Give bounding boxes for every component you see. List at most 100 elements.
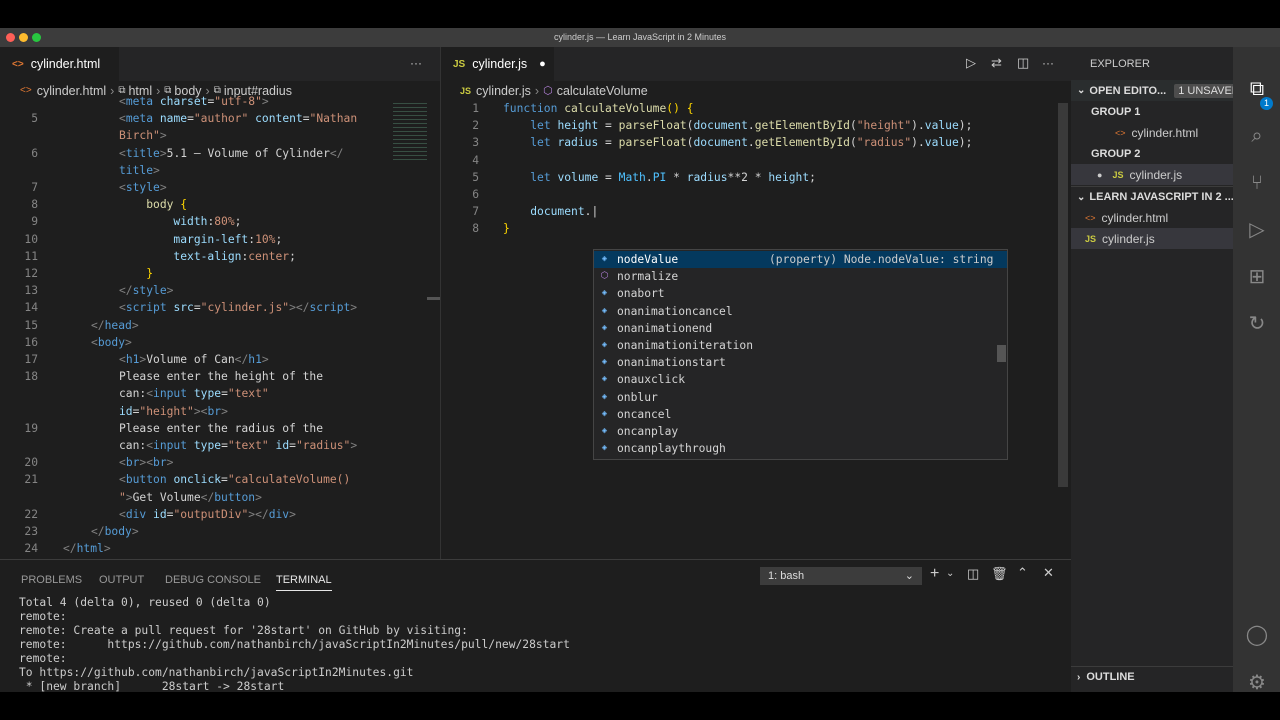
chevron-down-icon[interactable]: ⌄ bbox=[946, 568, 954, 579]
file-cylinder-html[interactable]: <> cylinder.html bbox=[1071, 207, 1233, 228]
open-editor-cylinder-js[interactable]: ● JS cylinder.js bbox=[1071, 164, 1233, 185]
gear-icon[interactable]: ⚙ bbox=[1245, 671, 1269, 692]
close-panel-icon[interactable]: ✕ bbox=[1043, 565, 1054, 581]
suggestion-item[interactable]: ◈ onanimationstart bbox=[594, 354, 1007, 371]
suggestion-item[interactable]: ◈ onanimationcancel bbox=[594, 303, 1007, 320]
more-actions-icon[interactable]: ··· bbox=[1042, 56, 1054, 70]
remote-icon[interactable]: ↻ bbox=[1245, 312, 1269, 336]
code-editor-html[interactable]: <meta charset="utf-8"> 5 <meta name="autho… bbox=[0, 95, 430, 559]
tab-cylinder-js[interactable]: JS cylinder.js ● bbox=[441, 47, 554, 81]
suggestion-label: onanimationstart bbox=[617, 356, 726, 370]
minimap[interactable] bbox=[393, 103, 427, 163]
open-editor-cylinder-html[interactable]: <> cylinder.html bbox=[1071, 122, 1233, 143]
trash-icon[interactable]: 🗑 bbox=[991, 566, 1008, 582]
code-line: </body> bbox=[91, 525, 139, 538]
run-icon[interactable]: ▷ bbox=[966, 55, 976, 71]
breadcrumb-item[interactable]: cylinder.js bbox=[476, 84, 531, 98]
code-line: let radius = parseFloat(document.getElem… bbox=[530, 136, 973, 150]
code-line: </style> bbox=[119, 284, 174, 298]
line-number: 15 bbox=[24, 318, 38, 332]
group-2-label[interactable]: GROUP 2 bbox=[1071, 143, 1233, 164]
terminal-select[interactable]: 1: bash ⌄ bbox=[760, 567, 922, 585]
terminal-select-value: 1: bash bbox=[768, 570, 805, 582]
code-line: body { bbox=[146, 198, 188, 212]
bottom-panel: PROBLEMS OUTPUT DEBUG CONSOLE TERMINAL 1… bbox=[0, 559, 1071, 692]
property-icon: ◈ bbox=[601, 426, 608, 437]
terminal-line: * [new branch] 28start -> 28start bbox=[19, 680, 285, 692]
project-header[interactable]: ⌄ LEARN JAVASCRIPT IN 2 ... bbox=[1071, 186, 1233, 207]
tab-debug-console[interactable]: DEBUG CONSOLE bbox=[165, 574, 261, 586]
line-number: 8 bbox=[31, 198, 38, 212]
breadcrumb-item[interactable]: calculateVolume bbox=[557, 84, 648, 98]
unsaved-dot-icon[interactable]: ● bbox=[539, 58, 546, 70]
suggestion-item[interactable]: ◈ onanimationend bbox=[594, 320, 1007, 337]
unsaved-badge: 1 UNSAVED bbox=[1174, 83, 1233, 98]
line-number: 14 bbox=[24, 301, 38, 315]
scrollbar[interactable] bbox=[1058, 103, 1068, 487]
terminal-output[interactable]: Total 4 (delta 0), reused 0 (delta 0) rem… bbox=[19, 596, 570, 692]
property-icon: ◈ bbox=[601, 340, 608, 351]
explorer-title: EXPLORER bbox=[1090, 57, 1150, 70]
js-file-icon: JS bbox=[1112, 169, 1124, 180]
suggestion-label: onanimationiteration bbox=[617, 339, 754, 353]
suggestion-item[interactable]: ◈ onauxclick bbox=[594, 371, 1007, 388]
code-line: can:<input type="text" id="radius"> bbox=[119, 439, 358, 452]
compare-icon[interactable]: ⇄ bbox=[991, 55, 1002, 71]
tab-cylinder-html[interactable]: <> cylinder.html bbox=[0, 47, 119, 81]
property-icon: ◈ bbox=[601, 374, 608, 385]
new-terminal-icon[interactable]: + bbox=[930, 565, 939, 583]
suggestion-item[interactable]: ◈ onabort bbox=[594, 285, 1007, 302]
tab-problems[interactable]: PROBLEMS bbox=[21, 574, 82, 586]
line-number: 22 bbox=[24, 507, 38, 521]
open-editors-label: OPEN EDITO... bbox=[1089, 84, 1167, 97]
js-file-icon: JS bbox=[453, 58, 466, 70]
terminal-line: remote: Create a pull request for '28sta… bbox=[19, 624, 468, 637]
more-actions-icon[interactable]: ··· bbox=[410, 56, 422, 70]
tab-terminal[interactable]: TERMINAL bbox=[276, 574, 332, 591]
line-number: 1 bbox=[472, 102, 479, 115]
extensions-icon[interactable]: ⊞ bbox=[1245, 265, 1269, 289]
vscode-window: cylinder.js — Learn JavaScript in 2 Minu… bbox=[0, 28, 1280, 692]
tab-output[interactable]: OUTPUT bbox=[99, 574, 144, 586]
suggestion-item[interactable]: ◈ oncanplay bbox=[594, 423, 1007, 440]
tab-label: cylinder.js bbox=[472, 57, 528, 71]
group-1-label[interactable]: GROUP 1 bbox=[1071, 101, 1233, 122]
split-terminal-icon[interactable]: ◫ bbox=[967, 566, 979, 582]
suggestion-item[interactable]: ⬡ normalize bbox=[594, 268, 1007, 285]
suggestion-item[interactable]: ◈ nodeValue (property) Node.nodeValue: str… bbox=[594, 251, 1007, 269]
file-cylinder-js[interactable]: JS cylinder.js bbox=[1071, 228, 1233, 249]
maximize-panel-icon[interactable]: ⌃ bbox=[1017, 565, 1028, 581]
line-number: 6 bbox=[472, 188, 479, 201]
code-line: function calculateVolume() { bbox=[503, 102, 694, 115]
account-icon[interactable]: ◯ bbox=[1245, 623, 1269, 647]
line-number: 21 bbox=[24, 473, 38, 487]
property-icon: ◈ bbox=[601, 254, 608, 265]
suggestion-scrollbar[interactable] bbox=[997, 345, 1006, 362]
scrollbar[interactable] bbox=[427, 297, 440, 300]
tab-bar-2: JS cylinder.js ● ▷ ⇄ ◫ ··· bbox=[441, 47, 1071, 81]
suggestion-label: onauxclick bbox=[617, 373, 686, 387]
search-icon[interactable]: ⌕ bbox=[1245, 124, 1269, 148]
breadcrumb-item[interactable]: cylinder.html bbox=[37, 84, 106, 98]
line-number: 20 bbox=[24, 456, 38, 470]
activity-bar: ⧉ 1 ⌕ ⑂ ▷ ⊞ ↻ ◯ ⚙ bbox=[1233, 47, 1280, 692]
code-line: let height = parseFloat(document.getElem… bbox=[530, 119, 973, 133]
project-label: LEARN JAVASCRIPT IN 2 ... bbox=[1089, 191, 1233, 203]
suggestion-item[interactable]: ◈ onblur bbox=[594, 389, 1007, 406]
code-line: Please enter the radius of the bbox=[119, 421, 324, 435]
html-file-icon: <> bbox=[1085, 212, 1096, 223]
suggestion-label: oncanplay bbox=[617, 425, 679, 439]
split-editor-icon[interactable]: ◫ bbox=[1017, 55, 1029, 71]
open-editors-header[interactable]: ⌄ OPEN EDITO... 1 UNSAVED bbox=[1071, 80, 1233, 101]
terminal-line: Total 4 (delta 0), reused 0 (delta 0) bbox=[19, 596, 271, 609]
run-debug-icon[interactable]: ▷ bbox=[1245, 218, 1269, 242]
tab-label: cylinder.html bbox=[30, 57, 101, 71]
suggestion-item[interactable]: ◈ onanimationiteration bbox=[594, 337, 1007, 354]
outline-header[interactable]: › OUTLINE bbox=[1071, 666, 1233, 687]
source-control-icon[interactable]: ⑂ bbox=[1245, 171, 1269, 195]
html-file-icon: <> bbox=[20, 85, 32, 96]
line-number: 6 bbox=[31, 146, 38, 160]
code-line: ">Get Volume</button> bbox=[119, 490, 262, 504]
suggestion-item[interactable]: ◈ oncanplaythrough bbox=[594, 440, 1007, 457]
suggestion-item[interactable]: ◈ oncancel bbox=[594, 406, 1007, 423]
